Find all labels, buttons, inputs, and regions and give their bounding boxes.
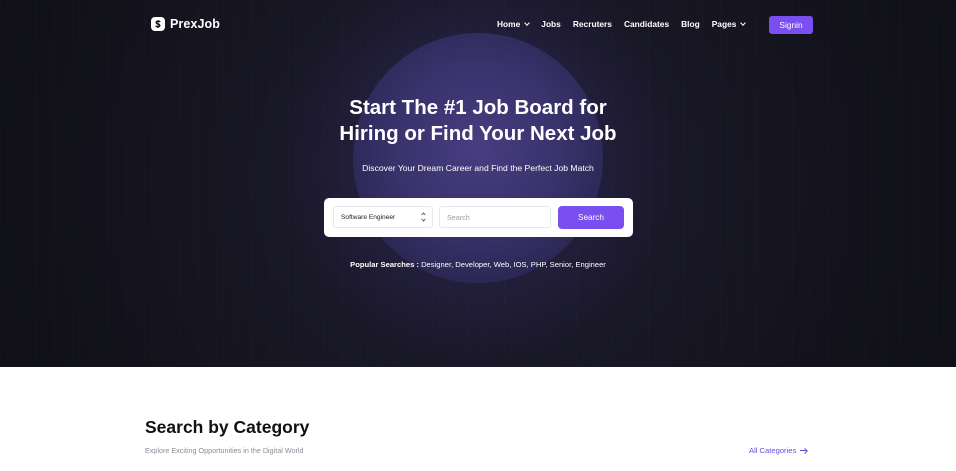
hero-title: Start The #1 Job Board for Hiring or Fin… — [278, 95, 678, 147]
all-categories-label: All Categories — [749, 446, 797, 455]
search-input[interactable] — [439, 206, 551, 228]
popular-term-developer[interactable]: Developer — [455, 260, 489, 269]
nav-item-blog[interactable]: Blog — [681, 19, 700, 29]
brand-logo[interactable]: PrexJob — [151, 17, 220, 31]
nav-item-label: Candidates — [623, 19, 670, 29]
category-section-title: Search by Category — [145, 417, 310, 437]
nav-item-label: Jobs — [541, 19, 561, 29]
nav-item-recruters[interactable]: Recruters — [573, 19, 612, 29]
popular-term-designer[interactable]: Designer — [421, 260, 451, 269]
hero-title-line-1: Start The #1 Job Board for — [349, 96, 607, 119]
nav-item-label: Pages — [711, 19, 737, 29]
nav-item-candidates[interactable]: Candidates — [624, 19, 669, 29]
popular-searches-label: Popular Searches : — [350, 260, 419, 269]
hero-title-line-2: Hiring or Find Your Next Job — [339, 122, 617, 145]
job-search-card: Software Engineer Search — [324, 198, 633, 237]
nav-item-label: Home — [497, 19, 521, 29]
search-button[interactable]: Search — [558, 206, 624, 229]
popular-searches: Popular Searches : Designer, Developer, … — [350, 260, 606, 269]
dollar-badge-icon — [151, 17, 165, 31]
category-select-value: Software Engineer — [341, 213, 396, 221]
brand-name: PrexJob — [170, 17, 221, 31]
popular-term-senior[interactable]: Senior — [550, 260, 572, 269]
chevron-down-icon — [524, 20, 531, 26]
popular-term-engineer[interactable]: Engineer — [575, 260, 605, 269]
nav-item-jobs[interactable]: Jobs — [541, 19, 561, 29]
nav-item-label: Blog — [681, 19, 700, 29]
hero-section: PrexJob Home Jobs Recruters Candidates B… — [0, 0, 956, 367]
nav-item-home[interactable]: Home — [497, 19, 531, 29]
category-section-subtitle: Explore Exciting Opportunities in the Di… — [145, 446, 304, 455]
main-menu: Home Jobs Recruters Candidates Blog Page… — [497, 19, 757, 29]
popular-term-php[interactable]: PHP — [531, 260, 546, 269]
nav-item-label: Recruters — [572, 19, 612, 29]
arrow-right-icon — [800, 448, 808, 454]
hero-subtitle: Discover Your Dream Career and Find the … — [362, 163, 594, 173]
select-arrows-icon — [420, 211, 426, 223]
popular-term-ios[interactable]: IOS — [513, 260, 526, 269]
top-navbar: PrexJob Home Jobs Recruters Candidates B… — [0, 0, 956, 50]
nav-item-pages[interactable]: Pages — [711, 19, 747, 29]
hero-glow-circle — [353, 33, 603, 283]
chevron-down-icon — [740, 20, 747, 26]
signin-button[interactable]: Signin — [769, 16, 813, 34]
popular-term-web[interactable]: Web — [494, 260, 509, 269]
all-categories-link[interactable]: All Categories — [749, 446, 808, 455]
category-select[interactable]: Software Engineer — [333, 206, 433, 228]
